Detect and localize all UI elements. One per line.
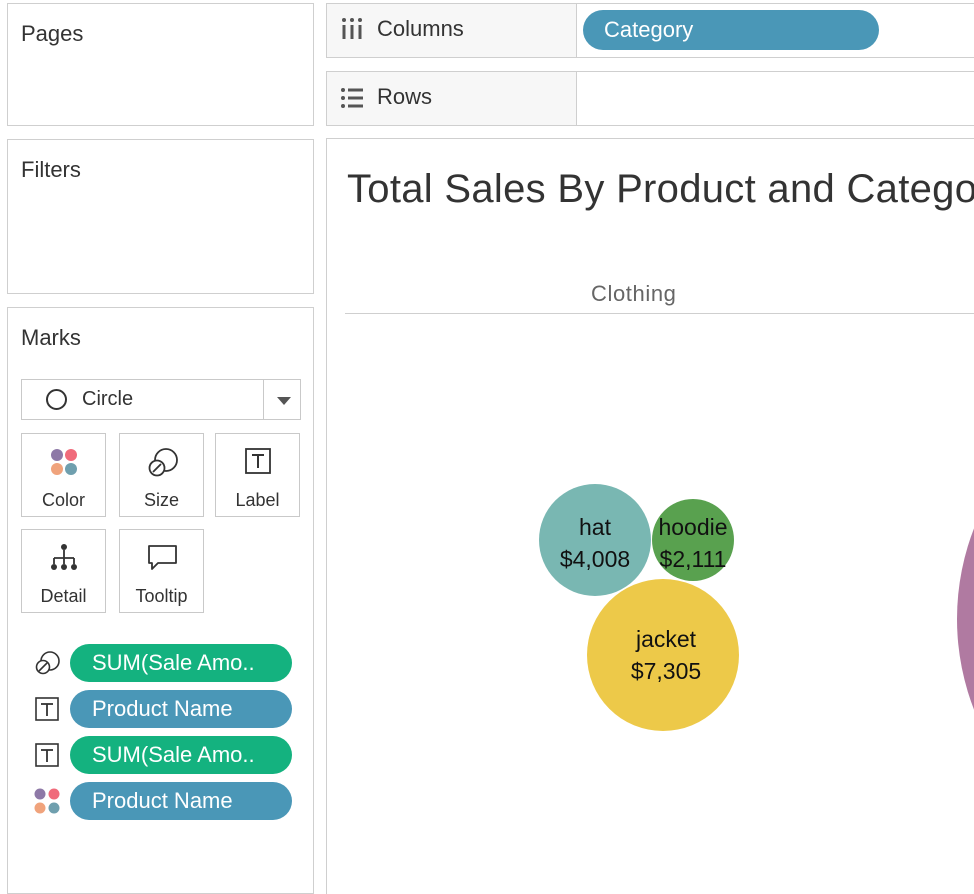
- rows-label: Rows: [377, 84, 433, 109]
- detail-label: Detail: [40, 586, 87, 606]
- measure-pill[interactable]: SUM(Sale Amo..: [70, 736, 292, 774]
- measure-pill[interactable]: SUM(Sale Amo..: [70, 644, 292, 682]
- color-button[interactable]: Color: [21, 433, 106, 517]
- chevron-down-icon[interactable]: [277, 397, 291, 405]
- bubble-label-product: hoodie: [658, 514, 727, 540]
- label-button[interactable]: Label: [215, 433, 300, 517]
- columns-icon: [342, 18, 362, 39]
- circle-icon: [46, 389, 67, 410]
- columns-shelf-label-area: Columns: [326, 3, 577, 58]
- columns-label: Columns: [377, 16, 464, 41]
- detail-icon: [51, 544, 77, 570]
- color-label: Color: [41, 490, 85, 510]
- rows-shelf[interactable]: [576, 71, 974, 126]
- bubble-label-value: $2,111: [660, 546, 727, 572]
- size-icon: [35, 651, 60, 675]
- marks-field-color: Product Name: [21, 781, 301, 821]
- label-label: Label: [235, 490, 280, 510]
- marks-field-label: SUM(Sale Amo..: [21, 735, 301, 775]
- bubble-jacket[interactable]: [587, 579, 739, 731]
- marks-field-size: SUM(Sale Amo..: [21, 643, 301, 683]
- bubble-hat[interactable]: [539, 484, 651, 596]
- color-icon: [34, 788, 60, 814]
- label-icon: [35, 743, 59, 767]
- dimension-pill[interactable]: Product Name: [70, 782, 292, 820]
- mark-type-dropdown[interactable]: Circle: [21, 379, 301, 420]
- filters-title: Filters: [21, 157, 81, 182]
- tooltip-icon: [148, 545, 177, 570]
- pages-title: Pages: [21, 21, 84, 46]
- mark-type-label: Circle: [82, 388, 134, 410]
- marks-title: Marks: [21, 325, 81, 350]
- color-icon: [51, 449, 77, 475]
- viz-area: Total Sales By Product and Category Clot…: [326, 138, 974, 894]
- bubble-fourth[interactable]: [957, 369, 974, 869]
- category-pill[interactable]: Category: [583, 10, 879, 50]
- detail-button[interactable]: Detail: [21, 529, 106, 613]
- filters-card[interactable]: Filters: [7, 139, 314, 294]
- dropdown-divider: [263, 380, 264, 419]
- tooltip-label: Tooltip: [135, 586, 188, 606]
- marks-card: Marks Circle Color Size Label Detail Too…: [7, 307, 314, 894]
- rows-shelf-label-area: Rows: [326, 71, 577, 126]
- bubble-label-product: jacket: [635, 626, 697, 652]
- pages-card[interactable]: Pages: [7, 3, 314, 126]
- size-label: Size: [143, 490, 179, 510]
- columns-shelf[interactable]: Category: [576, 3, 974, 58]
- tooltip-button[interactable]: Tooltip: [119, 529, 204, 613]
- dimension-pill[interactable]: Product Name: [70, 690, 292, 728]
- label-icon: [35, 697, 59, 721]
- marks-field-label: Product Name: [21, 689, 301, 729]
- bubble-chart: hat $4,008 hoodie $2,111 jacket $7,305: [539, 369, 974, 869]
- bubble-label-value: $7,305: [631, 658, 701, 684]
- size-icon: [148, 448, 178, 477]
- bubble-label-value: $4,008: [560, 546, 630, 572]
- bubble-label-product: hat: [579, 514, 612, 540]
- rows-icon: [341, 88, 363, 108]
- label-icon: [245, 448, 271, 474]
- size-button[interactable]: Size: [119, 433, 204, 517]
